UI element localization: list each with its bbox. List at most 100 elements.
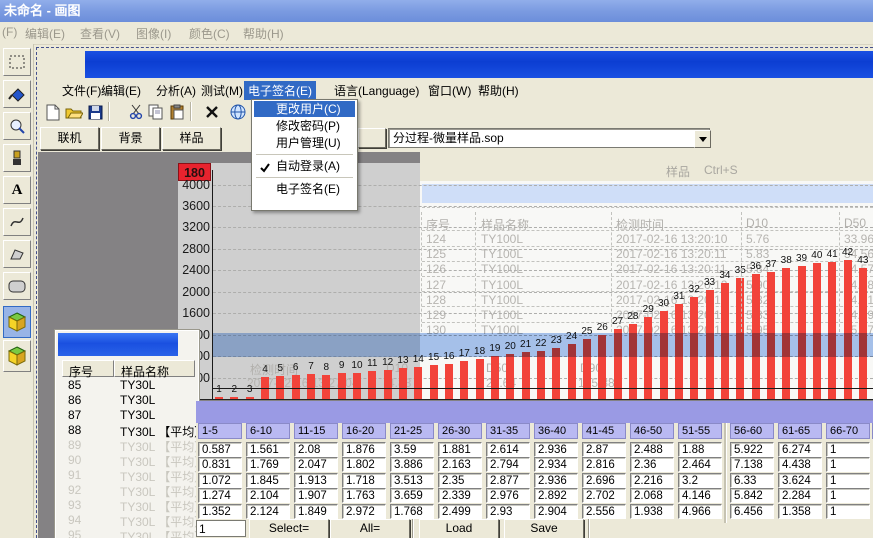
freq-cell[interactable]: 2.877 bbox=[486, 473, 530, 488]
menu-item-esignature[interactable]: 电子签名(E) bbox=[254, 181, 355, 197]
freq-cell[interactable]: 1.561 bbox=[246, 442, 290, 457]
freq-cell[interactable]: 1.876 bbox=[342, 442, 386, 457]
freq-cell[interactable]: 1 bbox=[826, 442, 870, 457]
freq-cell[interactable]: 1.802 bbox=[342, 457, 386, 472]
save-button[interactable]: Save bbox=[504, 519, 584, 538]
fill-tool-icon[interactable] bbox=[3, 80, 31, 108]
selected-row-band[interactable] bbox=[213, 333, 873, 357]
freq-cell[interactable]: 1.907 bbox=[294, 488, 338, 503]
paste-icon[interactable] bbox=[167, 102, 187, 122]
freq-cell[interactable]: 1.938 bbox=[630, 504, 674, 519]
zoom-tool-icon[interactable] bbox=[3, 112, 31, 140]
paint-menu-item[interactable]: 编辑(E) bbox=[25, 25, 65, 42]
curve-tool-icon[interactable] bbox=[3, 208, 31, 236]
freq-cell[interactable]: 3.624 bbox=[778, 473, 822, 488]
freq-cell[interactable]: 2.614 bbox=[486, 442, 530, 457]
freq-cell[interactable]: 3.2 bbox=[678, 473, 722, 488]
freq-cell[interactable]: 2.488 bbox=[630, 442, 674, 457]
freq-cell[interactable]: 2.104 bbox=[246, 488, 290, 503]
freq-cell[interactable]: 1 bbox=[826, 504, 870, 519]
freq-cell[interactable]: 2.976 bbox=[486, 488, 530, 503]
text-tool-icon[interactable]: A bbox=[3, 176, 31, 204]
freq-cell[interactable]: 2.08 bbox=[294, 442, 338, 457]
count-input[interactable] bbox=[196, 520, 246, 537]
freq-cell[interactable]: 2.35 bbox=[438, 473, 482, 488]
menu-item-7[interactable]: 帮助(H) bbox=[474, 81, 523, 100]
freq-cell[interactable]: 3.513 bbox=[390, 473, 434, 488]
freq-cell[interactable]: 1.849 bbox=[294, 504, 338, 519]
analyzer-titlebar[interactable] bbox=[85, 51, 873, 78]
freq-cell[interactable]: 2.36 bbox=[630, 457, 674, 472]
brush-tool-icon[interactable] bbox=[3, 144, 31, 172]
paint-menu-item[interactable]: 查看(V) bbox=[80, 25, 120, 42]
freq-cell[interactable]: 3.59 bbox=[390, 442, 434, 457]
freq-cell[interactable]: 1.763 bbox=[342, 488, 386, 503]
menu-esignature[interactable]: 电子签名(E) bbox=[244, 81, 316, 100]
all-button[interactable]: All= bbox=[330, 519, 410, 538]
sop-combobox[interactable]: 分过程-微量样品.sop bbox=[388, 128, 710, 148]
menu-item-user-management[interactable]: 用户管理(U) bbox=[254, 135, 355, 151]
left-table-row-no[interactable]: 88 bbox=[68, 423, 81, 437]
menu-item-3[interactable]: 测试(M) bbox=[197, 81, 247, 100]
select-button[interactable]: Select= bbox=[249, 519, 329, 538]
sop-combobox-dropdown-button[interactable] bbox=[694, 130, 711, 148]
freq-cell[interactable]: 2.047 bbox=[294, 457, 338, 472]
freq-cell[interactable]: 5.842 bbox=[730, 488, 774, 503]
paint-menu-item[interactable]: 颜色(C) bbox=[189, 25, 230, 42]
freq-cell[interactable]: 2.936 bbox=[534, 442, 578, 457]
left-table-row-name[interactable]: TY30L bbox=[120, 393, 196, 407]
freq-cell[interactable]: 2.499 bbox=[438, 504, 482, 519]
freq-cell[interactable]: 7.138 bbox=[730, 457, 774, 472]
delete-icon[interactable] bbox=[202, 102, 222, 122]
new-file-icon[interactable] bbox=[43, 102, 63, 122]
freq-cell[interactable]: 1.769 bbox=[246, 457, 290, 472]
load-button[interactable]: Load bbox=[419, 519, 499, 538]
freq-cell[interactable]: 2.124 bbox=[246, 504, 290, 519]
freq-cell[interactable]: 4.146 bbox=[678, 488, 722, 503]
freq-cell[interactable]: 2.93 bbox=[486, 504, 530, 519]
freq-cell[interactable]: 3.886 bbox=[390, 457, 434, 472]
freq-cell[interactable]: 1.88 bbox=[678, 442, 722, 457]
freq-cell[interactable]: 1.845 bbox=[246, 473, 290, 488]
freq-cell[interactable]: 5.922 bbox=[730, 442, 774, 457]
paint-menu-item[interactable]: 图像(I) bbox=[136, 25, 171, 42]
freq-cell[interactable]: 2.936 bbox=[534, 473, 578, 488]
freq-cell[interactable]: 1.913 bbox=[294, 473, 338, 488]
open-file-icon[interactable] bbox=[64, 102, 84, 122]
menu-item-change-password[interactable]: 修改密码(P) bbox=[254, 118, 355, 134]
freq-cell[interactable]: 2.702 bbox=[582, 488, 626, 503]
menu-item-5[interactable]: 语言(Language) bbox=[330, 81, 423, 100]
cube-3d-icon[interactable] bbox=[3, 306, 31, 338]
left-table-row-name[interactable]: TY30L 【平均】 bbox=[120, 528, 196, 538]
sop-small-button[interactable] bbox=[358, 128, 386, 148]
freq-cell[interactable]: 2.284 bbox=[778, 488, 822, 503]
freq-cell[interactable]: 1.352 bbox=[198, 504, 242, 519]
rounded-rect-tool-icon[interactable] bbox=[3, 272, 31, 300]
sample-list-titlebar[interactable] bbox=[58, 333, 178, 356]
left-table-row-no[interactable]: 90 bbox=[68, 453, 81, 467]
toolbar-button-2[interactable]: 样品 bbox=[162, 127, 221, 150]
left-table-row-no[interactable]: 94 bbox=[68, 513, 81, 527]
polygon-tool-icon[interactable] bbox=[3, 240, 31, 268]
copy-icon[interactable] bbox=[146, 102, 166, 122]
freq-cell[interactable]: 6.33 bbox=[730, 473, 774, 488]
menu-item-2[interactable]: 分析(A) bbox=[152, 81, 200, 100]
cube-3d-icon-2[interactable] bbox=[3, 340, 31, 372]
freq-cell[interactable]: 2.163 bbox=[438, 457, 482, 472]
freq-cell[interactable]: 4.438 bbox=[778, 457, 822, 472]
freq-cell[interactable]: 2.794 bbox=[486, 457, 530, 472]
freq-cell[interactable]: 1 bbox=[826, 473, 870, 488]
freq-cell[interactable]: 2.216 bbox=[630, 473, 674, 488]
left-table-row-name[interactable]: TY30L bbox=[120, 408, 196, 422]
paint-titlebar[interactable]: 未命名 - 画图 bbox=[0, 0, 873, 22]
left-table-row-no[interactable]: 86 bbox=[68, 393, 81, 407]
left-table-row-no[interactable]: 95 bbox=[68, 528, 81, 538]
toolbar-button-1[interactable]: 背景 bbox=[101, 127, 160, 150]
left-table-row-no[interactable]: 93 bbox=[68, 498, 81, 512]
freq-cell[interactable]: 1.358 bbox=[778, 504, 822, 519]
freq-cell[interactable]: 6.274 bbox=[778, 442, 822, 457]
freq-cell[interactable]: 4.966 bbox=[678, 504, 722, 519]
cut-icon[interactable] bbox=[126, 102, 146, 122]
toolbar-button-0[interactable]: 联机 bbox=[40, 127, 99, 150]
freq-cell[interactable]: 2.87 bbox=[582, 442, 626, 457]
